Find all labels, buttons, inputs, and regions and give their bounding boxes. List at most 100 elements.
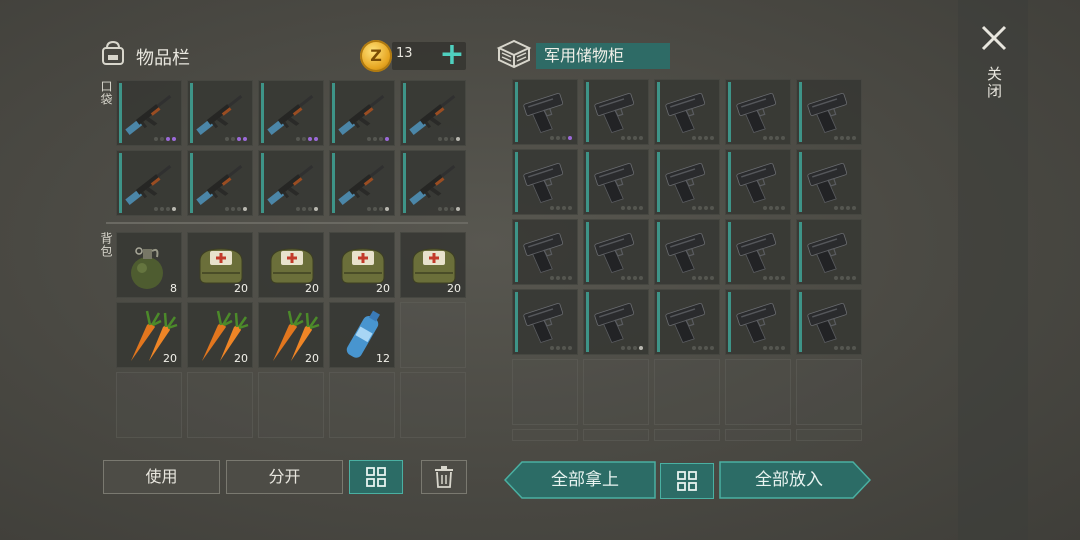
pistol-slot[interactable] <box>725 219 791 285</box>
pistol-slot[interactable] <box>512 79 578 145</box>
empty-slot[interactable] <box>400 372 466 438</box>
empty-slot[interactable] <box>725 359 791 425</box>
empty-slot[interactable] <box>654 359 720 425</box>
quality-dots <box>550 206 572 210</box>
empty-slot[interactable] <box>187 372 253 438</box>
put-all-button[interactable]: 全部放入 <box>722 461 856 499</box>
empty-slot[interactable] <box>512 359 578 425</box>
quality-dots <box>225 137 247 141</box>
empty-slot[interactable] <box>796 429 862 441</box>
durability-bar <box>586 152 589 212</box>
durability-bar <box>728 82 731 142</box>
quality-dots <box>154 207 176 211</box>
pistol-slot[interactable] <box>512 289 578 355</box>
medkit-slot[interactable]: 20 <box>258 232 324 298</box>
quality-dots <box>834 136 856 140</box>
quality-dots <box>621 276 643 280</box>
empty-slot[interactable] <box>583 429 649 441</box>
empty-slot[interactable] <box>583 359 649 425</box>
item-quantity: 20 <box>305 282 319 295</box>
pistol-slot[interactable] <box>796 219 862 285</box>
item-quantity: 20 <box>447 282 461 295</box>
durability-bar <box>799 292 802 352</box>
pistol-slot[interactable] <box>654 219 720 285</box>
durability-bar <box>515 82 518 142</box>
pistol-slot[interactable] <box>725 79 791 145</box>
storage-title: 军用储物柜 <box>536 43 670 69</box>
empty-slot[interactable] <box>654 429 720 441</box>
item-quantity: 8 <box>170 282 177 295</box>
medkit-slot[interactable]: 20 <box>187 232 253 298</box>
durability-bar <box>190 153 193 213</box>
durability-bar <box>728 292 731 352</box>
water-bottle-slot[interactable]: 12 <box>329 302 395 368</box>
coin-icon: Z <box>360 40 392 72</box>
rifle-slot[interactable] <box>400 150 466 216</box>
pistol-slot[interactable] <box>796 289 862 355</box>
pistol-slot[interactable] <box>654 289 720 355</box>
empty-slot[interactable] <box>796 359 862 425</box>
sort-storage-button[interactable] <box>660 463 714 499</box>
rifle-slot[interactable] <box>400 80 466 146</box>
close-label[interactable]: 关闭 <box>984 66 1005 100</box>
rifle-slot[interactable] <box>329 150 395 216</box>
durability-bar <box>728 222 731 282</box>
medkit-slot[interactable]: 20 <box>400 232 466 298</box>
grid-icon <box>677 471 697 491</box>
pistol-slot[interactable] <box>583 219 649 285</box>
grenade-slot[interactable]: 8 <box>116 232 182 298</box>
rifle-slot[interactable] <box>258 150 324 216</box>
quality-dots <box>550 346 572 350</box>
quality-dots <box>692 346 714 350</box>
empty-slot[interactable] <box>512 429 578 441</box>
close-icon[interactable] <box>978 22 1010 54</box>
quality-dots <box>763 276 785 280</box>
empty-slot[interactable] <box>725 429 791 441</box>
pistol-slot[interactable] <box>725 289 791 355</box>
empty-slot[interactable] <box>400 302 466 368</box>
empty-slot[interactable] <box>329 372 395 438</box>
pistol-slot[interactable] <box>654 79 720 145</box>
durability-bar <box>332 83 335 143</box>
rifle-slot[interactable] <box>329 80 395 146</box>
carrot-slot[interactable]: 20 <box>258 302 324 368</box>
sort-inventory-button[interactable] <box>349 460 403 494</box>
use-button[interactable]: 使用 <box>103 460 220 494</box>
carrot-slot[interactable]: 20 <box>187 302 253 368</box>
pistol-slot[interactable] <box>583 289 649 355</box>
split-button[interactable]: 分开 <box>226 460 343 494</box>
quality-dots <box>621 346 643 350</box>
coin-count: 13 <box>396 46 413 61</box>
rifle-slot[interactable] <box>116 80 182 146</box>
quality-dots <box>438 137 460 141</box>
pistol-slot[interactable] <box>583 79 649 145</box>
rifle-slot[interactable] <box>187 150 253 216</box>
add-coins-button[interactable]: + <box>436 38 468 72</box>
pistol-slot[interactable] <box>725 149 791 215</box>
pistol-slot[interactable] <box>796 149 862 215</box>
empty-slot[interactable] <box>116 372 182 438</box>
durability-bar <box>332 153 335 213</box>
backpack-label: 背包 <box>99 232 113 258</box>
quality-dots <box>621 206 643 210</box>
medkit-slot[interactable]: 20 <box>329 232 395 298</box>
quality-dots <box>692 136 714 140</box>
discard-button[interactable] <box>421 460 467 494</box>
rifle-slot[interactable] <box>116 150 182 216</box>
take-all-button[interactable]: 全部拿上 <box>520 461 650 499</box>
empty-slot[interactable] <box>258 372 324 438</box>
pistol-slot[interactable] <box>654 149 720 215</box>
rifle-slot[interactable] <box>258 80 324 146</box>
inventory-title: 物品栏 <box>136 48 190 69</box>
durability-bar <box>799 152 802 212</box>
pistol-slot[interactable] <box>796 79 862 145</box>
pistol-slot[interactable] <box>512 219 578 285</box>
rifle-slot[interactable] <box>187 80 253 146</box>
item-quantity: 20 <box>234 282 248 295</box>
pistol-slot[interactable] <box>583 149 649 215</box>
pistol-slot[interactable] <box>512 149 578 215</box>
durability-bar <box>586 82 589 142</box>
carrot-slot[interactable]: 20 <box>116 302 182 368</box>
quality-dots <box>154 137 176 141</box>
durability-bar <box>261 83 264 143</box>
